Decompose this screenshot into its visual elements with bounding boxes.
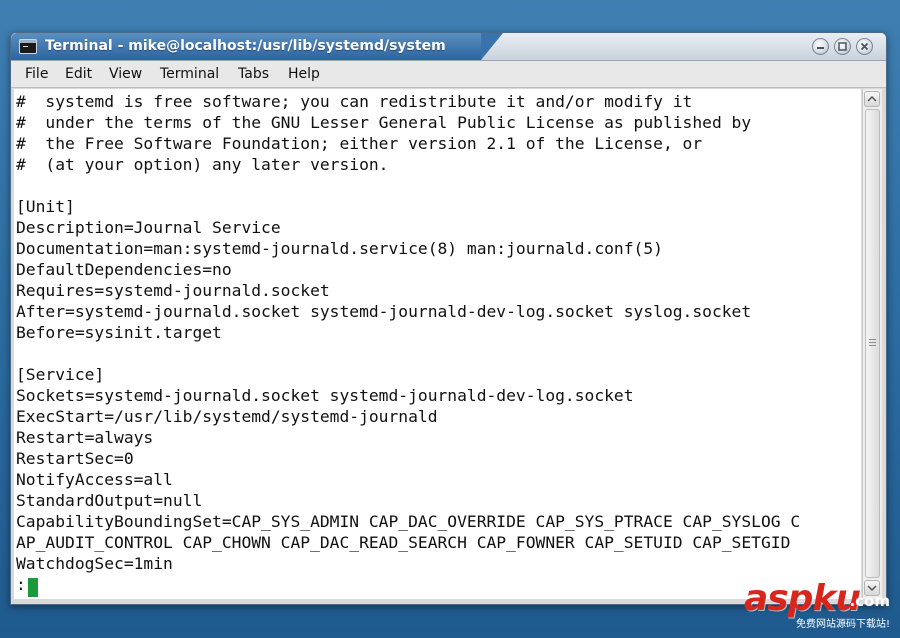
- arrow-up-icon: [867, 95, 877, 102]
- terminal-line: Before=sysinit.target: [16, 323, 222, 342]
- terminal-line: Restart=always: [16, 428, 154, 447]
- terminal-line: AP_AUDIT_CONTROL CAP_CHOWN CAP_DAC_READ_…: [16, 533, 791, 552]
- terminal-line: DefaultDependencies=no: [16, 260, 232, 279]
- command-prompt[interactable]: :: [16, 574, 26, 595]
- minimize-button[interactable]: [812, 38, 829, 55]
- maximize-icon: [838, 42, 847, 51]
- watermark-tagline: 免费网站源码下载站!: [795, 619, 890, 630]
- terminal-line: Sockets=systemd-journald.socket systemd-…: [16, 386, 634, 405]
- menu-edit[interactable]: Edit: [65, 66, 92, 82]
- watermark-logo: aspku: [743, 578, 861, 619]
- terminal-line: StandardOutput=null: [16, 491, 203, 510]
- terminal-line: [Service]: [16, 365, 105, 384]
- terminal-line: [Unit]: [16, 197, 75, 216]
- scroll-up-button[interactable]: [864, 91, 880, 107]
- terminal-line: CapabilityBoundingSet=CAP_SYS_ADMIN CAP_…: [16, 512, 801, 531]
- close-button[interactable]: [856, 38, 873, 55]
- menu-terminal[interactable]: Terminal: [160, 66, 219, 82]
- maximize-button[interactable]: [834, 38, 851, 55]
- terminal-line: # systemd is free software; you can redi…: [16, 92, 693, 111]
- terminal-line: # under the terms of the GNU Lesser Gene…: [16, 113, 752, 132]
- terminal-line: Description=Journal Service: [16, 218, 281, 237]
- terminal-icon: [19, 39, 37, 54]
- terminal-line: RestartSec=0: [16, 449, 134, 468]
- terminal-line: Documentation=man:systemd-journald.servi…: [16, 239, 663, 258]
- terminal-line: # the Free Software Foundation; either v…: [16, 134, 703, 153]
- scrollbar-thumb[interactable]: [865, 109, 880, 578]
- terminal-window: Terminal - mike@localhost:/usr/lib/syste…: [10, 32, 887, 605]
- grip-icon: [869, 339, 876, 347]
- terminal-output[interactable]: # systemd is free software; you can redi…: [14, 89, 861, 599]
- close-icon: [860, 42, 869, 51]
- text-cursor: [28, 578, 38, 597]
- title-bar[interactable]: Terminal - mike@localhost:/usr/lib/syste…: [11, 33, 886, 61]
- menu-file[interactable]: File: [25, 66, 48, 82]
- watermark: aspku .com 免费网站源码下载站!: [724, 578, 894, 630]
- vertical-scrollbar[interactable]: [862, 89, 882, 599]
- terminal-line: After=systemd-journald.socket systemd-jo…: [16, 302, 752, 321]
- terminal-line: # (at your option) any later version.: [16, 155, 389, 174]
- terminal-line: WatchdogSec=1min: [16, 554, 173, 573]
- terminal-line: NotifyAccess=all: [16, 470, 173, 489]
- title-tab: Terminal - mike@localhost:/usr/lib/syste…: [11, 33, 503, 60]
- menu-help[interactable]: Help: [288, 66, 320, 82]
- minimize-icon: [817, 47, 824, 49]
- menu-tabs[interactable]: Tabs: [238, 66, 269, 82]
- window-title: Terminal - mike@localhost:/usr/lib/syste…: [45, 38, 446, 54]
- watermark-domain: .com: [849, 592, 890, 610]
- menu-view[interactable]: View: [109, 66, 142, 82]
- terminal-line: Requires=systemd-journald.socket: [16, 281, 330, 300]
- terminal-line: ExecStart=/usr/lib/systemd/systemd-journ…: [16, 407, 438, 426]
- menu-bar: File Edit View Terminal Tabs Help: [11, 61, 886, 88]
